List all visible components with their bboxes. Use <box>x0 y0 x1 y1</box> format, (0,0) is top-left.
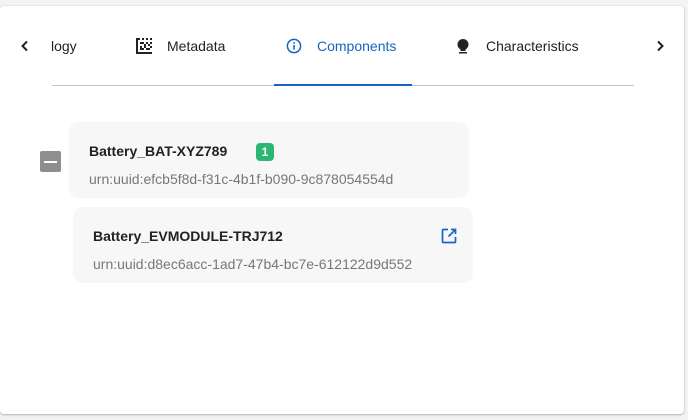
component-uuid: urn:uuid:d8ec6acc-1ad7-47b4-bc7e-612122d… <box>93 256 413 272</box>
tab-components[interactable]: Components <box>285 28 396 64</box>
component-card-child[interactable]: Battery_EVMODULE-TRJ712 urn:uuid:d8ec6ac… <box>73 207 473 283</box>
tab-label: Characteristics <box>486 38 579 54</box>
component-name: Battery_EVMODULE-TRJ712 <box>93 228 283 244</box>
scroll-left-button[interactable] <box>13 34 37 58</box>
tab-label: logy <box>51 38 77 54</box>
minus-icon <box>44 160 57 163</box>
tab-label: Components <box>317 38 397 54</box>
tab-biology[interactable]: logy <box>51 28 77 64</box>
component-name: Battery_BAT-XYZ789 <box>89 143 228 159</box>
tab-label: Metadata <box>167 38 226 54</box>
active-tab-indicator <box>274 84 412 86</box>
collapse-button[interactable] <box>40 151 61 172</box>
tab-bar: logy Metadata Components Characteristics <box>0 6 684 86</box>
tab-characteristics[interactable]: Characteristics <box>454 28 579 64</box>
components-panel: logy Metadata Components Characteristics… <box>0 6 684 414</box>
chevron-right-icon <box>657 40 664 52</box>
chevron-left-icon <box>21 40 28 52</box>
child-count-badge: 1 <box>256 143 274 161</box>
datamatrix-icon <box>135 37 153 55</box>
info-icon <box>285 37 303 55</box>
tab-metadata[interactable]: Metadata <box>135 28 225 64</box>
scroll-right-button[interactable] <box>648 34 672 58</box>
lightbulb-icon <box>454 37 472 55</box>
component-card-parent[interactable]: Battery_BAT-XYZ789 1 urn:uuid:efcb5f8d-f… <box>69 122 469 198</box>
open-in-new-button[interactable] <box>439 226 459 246</box>
component-uuid: urn:uuid:efcb5f8d-f31c-4b1f-b090-9c87805… <box>89 171 394 187</box>
open-in-new-icon <box>441 228 457 244</box>
